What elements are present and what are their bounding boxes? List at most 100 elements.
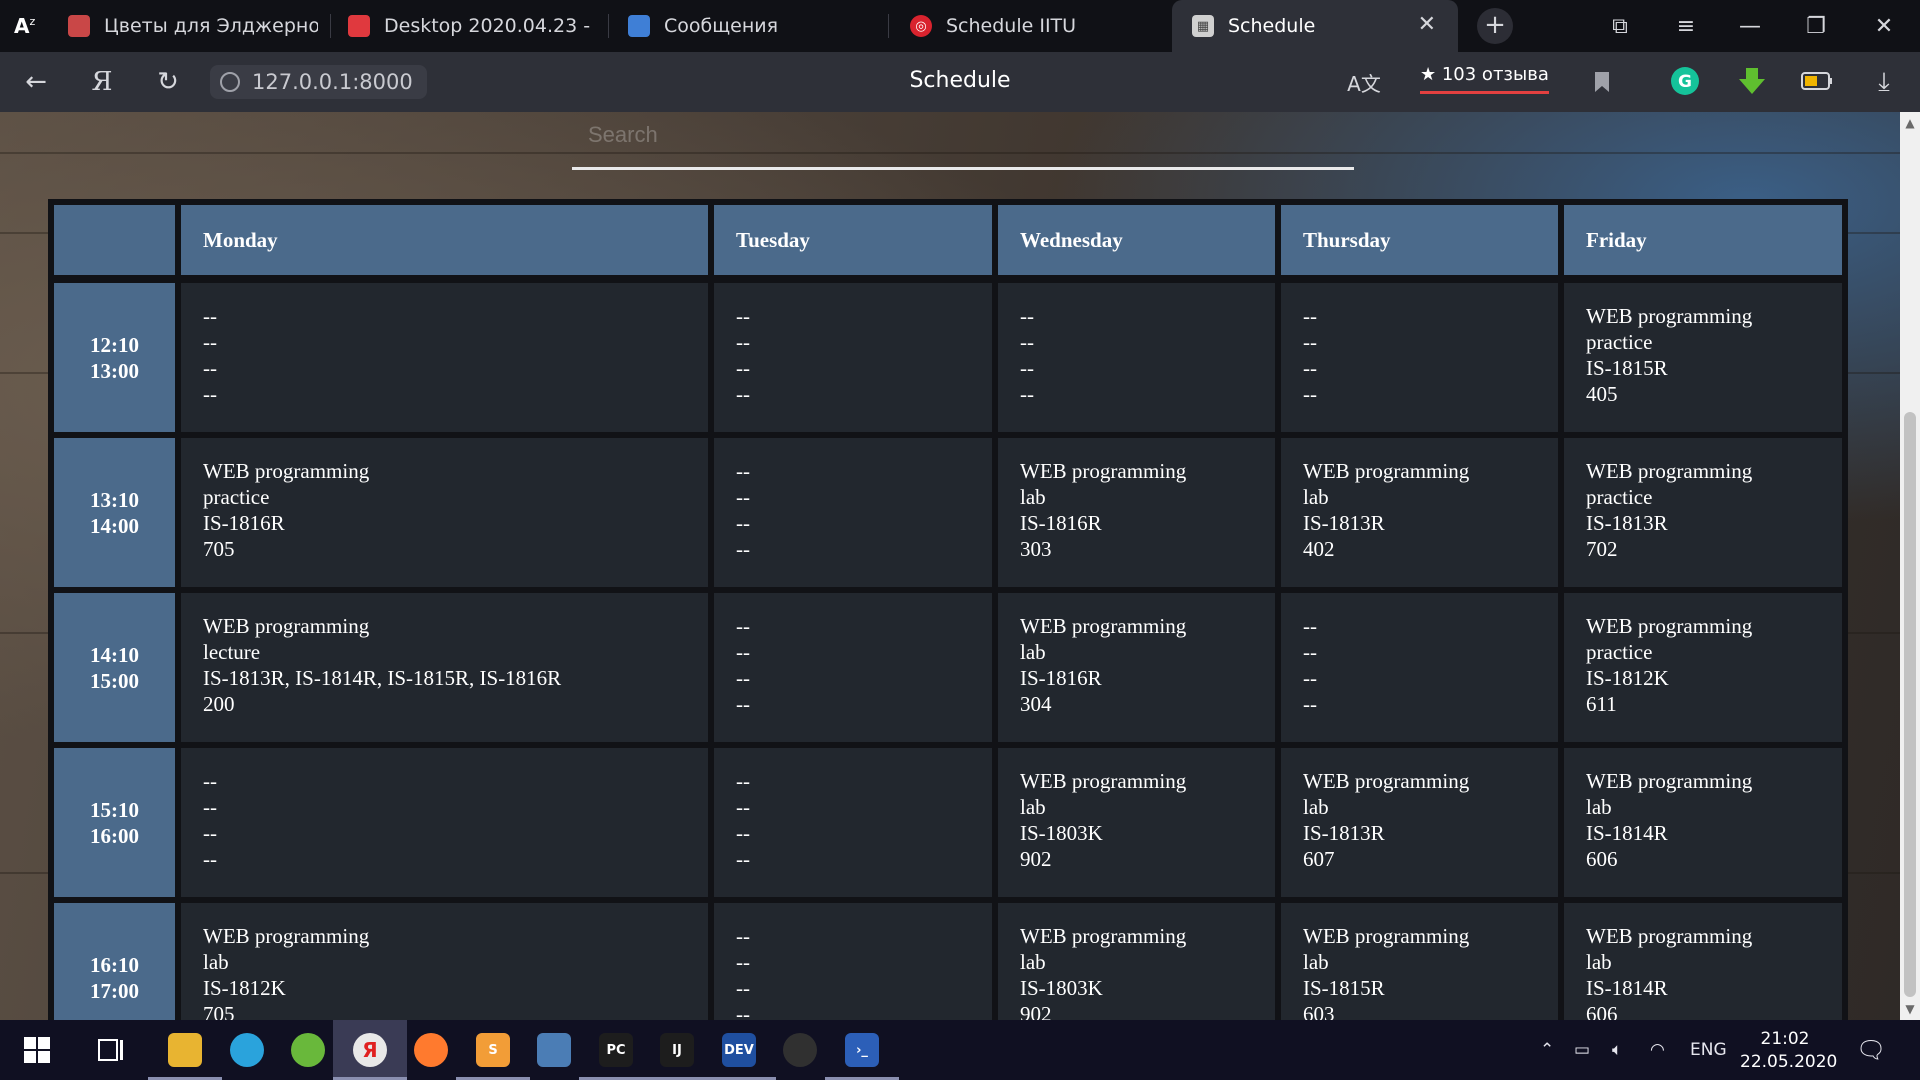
class-subject: WEB programming (203, 459, 370, 483)
class-cell: WEB programming lab IS-1803K 902 (998, 748, 1275, 897)
class-cell: -- -- -- -- (1281, 283, 1558, 432)
time-start: 15:10 (90, 797, 139, 822)
reload-icon[interactable]: ↻ (148, 62, 188, 102)
back-arrow-icon[interactable]: ← (16, 62, 56, 102)
class-subject: WEB programming (1586, 614, 1753, 638)
minimize-icon[interactable]: — (1720, 0, 1780, 52)
new-tab-button[interactable]: + (1477, 8, 1513, 44)
time-slot-cell: 13:10 14:00 (54, 438, 175, 587)
class-type: lab (1303, 485, 1329, 509)
url-field[interactable]: 127.0.0.1:8000 (210, 65, 427, 99)
clock[interactable]: 21:02 22.05.2020 (1740, 1028, 1837, 1074)
class-type: lab (1586, 950, 1612, 974)
show-hidden-icons-icon[interactable]: ⌃ (1540, 1020, 1554, 1080)
start-button[interactable] (0, 1020, 74, 1080)
devcpp-icon: DEV (722, 1033, 756, 1067)
header-corner-cell (54, 205, 175, 275)
yandex-logo-icon[interactable]: Я (82, 62, 122, 102)
menu-icon[interactable]: ≡ (1656, 0, 1716, 52)
taskbar-app-powershell[interactable]: ›_ (825, 1020, 899, 1080)
class-room: 200 (203, 692, 235, 716)
powershell-icon: ›_ (845, 1033, 879, 1067)
class-cell: WEB programming lab IS-1816R 304 (998, 593, 1275, 742)
volume-icon[interactable]: 🔈︎ (1612, 1020, 1622, 1080)
class-subject: WEB programming (1303, 924, 1470, 948)
class-room: 405 (1586, 382, 1618, 406)
scroll-up-icon[interactable]: ▲ (1900, 116, 1920, 130)
day-header-wednesday: Wednesday (998, 205, 1275, 275)
class-type: lecture (203, 640, 261, 664)
class-type: practice (1586, 640, 1653, 664)
downloads-icon[interactable]: ⤓ (1864, 62, 1904, 102)
class-cell: -- -- -- -- (181, 283, 708, 432)
close-tab-icon[interactable]: ✕ (1418, 12, 1436, 37)
class-groups: -- (1303, 666, 1317, 690)
class-groups: -- (736, 821, 750, 845)
bookmark-icon[interactable] (1582, 62, 1622, 102)
class-groups: IS-1813R (1303, 821, 1385, 845)
class-subject: WEB programming (1586, 924, 1753, 948)
tab-desktop-calendar[interactable]: Desktop 2020.04.23 - 16 (348, 0, 598, 52)
firefox-icon (414, 1033, 448, 1067)
wifi-icon[interactable]: ◠ (1650, 1020, 1665, 1080)
tab-messages[interactable]: Сообщения (628, 0, 888, 52)
class-type: -- (1020, 330, 1034, 354)
class-groups: IS-1814R (1586, 976, 1668, 1000)
class-room: -- (736, 692, 750, 716)
windows-logo-icon (24, 1037, 50, 1063)
class-groups: IS-1813R, IS-1814R, IS-1815R, IS-1816R (203, 666, 562, 690)
notifications-icon[interactable]: 🗨︎ (1856, 1020, 1886, 1080)
scroll-down-icon[interactable]: ▼ (1900, 1002, 1920, 1016)
class-subject: -- (736, 459, 750, 483)
close-window-icon[interactable]: ✕ (1854, 0, 1914, 52)
time-start: 16:10 (90, 952, 139, 977)
class-type: lab (1020, 485, 1046, 509)
tabs-list-icon[interactable]: ⧉ (1590, 0, 1650, 52)
tab-schedule-iitu[interactable]: ◎ Schedule IITU (910, 0, 1160, 52)
tab-manager-icon[interactable]: Az (14, 0, 44, 52)
calendar-icon (348, 15, 370, 37)
day-header-tuesday: Tuesday (714, 205, 992, 275)
class-subject: WEB programming (1020, 924, 1187, 948)
class-cell: -- -- -- -- (1281, 593, 1558, 742)
language-indicator[interactable]: ENG (1690, 1020, 1727, 1080)
tab-schedule[interactable]: ▦ Schedule ✕ (1172, 0, 1458, 52)
class-subject: -- (203, 304, 217, 328)
class-room: 304 (1020, 692, 1052, 716)
class-groups: IS-1813R (1586, 511, 1668, 535)
translate-icon[interactable]: A文 (1344, 62, 1384, 102)
browser-tab-strip: Az Цветы для Элджернона Desktop 2020.04.… (0, 0, 1920, 52)
class-type: -- (1303, 330, 1317, 354)
schedule-icon: ▦ (1192, 15, 1214, 37)
class-subject: WEB programming (203, 614, 370, 638)
class-room: -- (1303, 692, 1317, 716)
class-room: -- (736, 537, 750, 561)
time-slot-cell: 14:10 15:00 (54, 593, 175, 742)
class-type: lab (203, 950, 229, 974)
reviews-badge[interactable]: ★ 103 отзыва (1420, 64, 1549, 94)
vertical-scrollbar[interactable]: ▲ ▼ (1900, 112, 1920, 1020)
class-type: -- (203, 795, 217, 819)
time-end: 14:00 (90, 513, 139, 538)
book-icon (68, 15, 90, 37)
restore-icon[interactable]: ❐ (1786, 0, 1846, 52)
class-subject: -- (736, 614, 750, 638)
task-view-button[interactable] (74, 1020, 148, 1080)
class-groups: IS-1812K (1586, 666, 1669, 690)
download-extension-icon[interactable] (1735, 64, 1769, 98)
class-cell: -- -- -- -- (714, 283, 992, 432)
class-type: -- (736, 640, 750, 664)
class-groups: -- (1020, 356, 1034, 380)
class-groups: -- (736, 356, 750, 380)
tab-flowers-for-algernon[interactable]: Цветы для Элджернона (68, 0, 318, 52)
intellij-idea-icon: IJ (660, 1033, 694, 1067)
class-room: 603 (1303, 1002, 1335, 1020)
clock-time: 21:02 (1760, 1029, 1810, 1049)
scrollbar-thumb[interactable] (1904, 412, 1916, 997)
battery-icon[interactable] (1800, 64, 1834, 98)
class-room: 902 (1020, 1002, 1052, 1020)
grammarly-icon[interactable]: G (1668, 64, 1702, 98)
search-input[interactable]: Search (588, 122, 658, 148)
battery-tray-icon[interactable]: ▭ (1574, 1020, 1590, 1080)
class-groups: -- (203, 821, 217, 845)
